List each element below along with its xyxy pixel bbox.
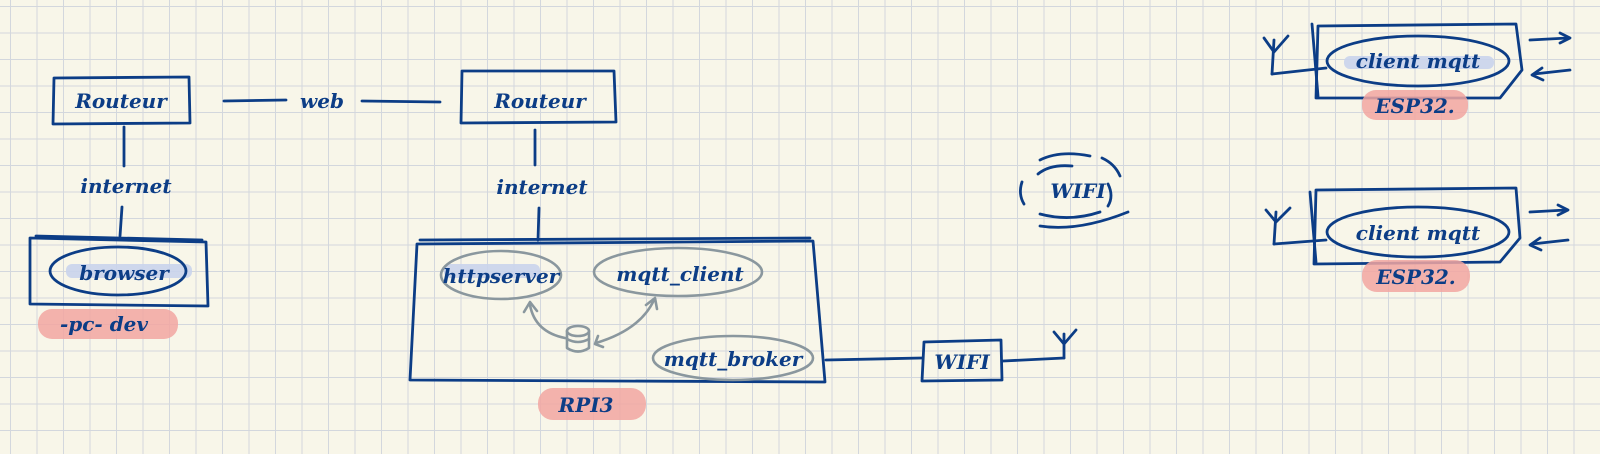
router-right-node: Routeur [459,69,618,125]
wifi-wave-right [1106,182,1113,208]
wifi-cloud-label: WIFI [1050,179,1106,203]
mqtt-client-label: mqtt_client [616,262,744,286]
internet-right-label: internet [496,175,588,199]
wifi-wave-top-outer [1038,152,1092,162]
mqtt-broker-label: mqtt_broker [664,347,804,371]
pc-dev-label: -pc- dev [60,312,148,336]
router-left-label: Routeur [74,89,168,113]
router-right-label: Routeur [493,89,587,113]
rpi3-box-stroke [418,236,812,242]
arrow-right-icon [1528,36,1570,42]
web-link-left [222,98,288,103]
esp32-node-2: client mqtt ESP32. [1264,186,1570,292]
esp32-2-antenna-line [1272,238,1328,246]
wifi-wave-top-inner [1036,164,1074,176]
rpi3-label: RPI3 [558,393,614,417]
esp32-1-label: ESP32. [1374,94,1455,118]
internet-left-label: internet [80,174,172,198]
rpi3-node: httpserver mqtt_client mqtt_broker RPI3 [408,236,827,420]
client-mqtt-1-label: client mqtt [1356,49,1481,73]
web-link-label: web [300,89,344,113]
link-broker-wifi [824,356,924,362]
wifi-box-node: WIFI [920,328,1078,383]
httpserver-label: httpserver [443,264,561,288]
link-internet-left-pc [118,205,124,238]
esp32-2-label: ESP32. [1375,265,1456,289]
antenna-icon [1262,34,1290,76]
wifi-wave-left [1019,180,1026,206]
pc-dev-node: browser -pc- dev [28,234,210,339]
router-left-node: Routeur [51,75,192,126]
antenna-icon [1052,328,1078,360]
db-to-mqttclient-arrow [594,298,656,345]
wifi-box-label: WIFI [934,350,990,374]
wifi-wave-bottom-inner [1038,210,1102,219]
wifi-wave-top-right [1100,156,1122,178]
esp32-node-1: client mqtt ESP32. [1262,22,1572,120]
link-internet-right-rpi [536,206,541,242]
database-icon [565,324,591,353]
wifi-wave-bottom-outer [1038,210,1130,229]
browser-label: browser [79,261,170,285]
arrow-right-icon [1528,208,1568,214]
antenna-icon [1264,206,1292,246]
wifi-box-antenna-line [1001,356,1066,363]
wifi-cloud-node: WIFI [1019,152,1130,229]
network-diagram: Routeur internet browser -pc- dev web Ro… [28,22,1572,420]
whiteboard-canvas: Routeur internet browser -pc- dev web Ro… [0,0,1600,454]
web-link-right [360,99,442,104]
client-mqtt-2-label: client mqtt [1356,221,1481,245]
